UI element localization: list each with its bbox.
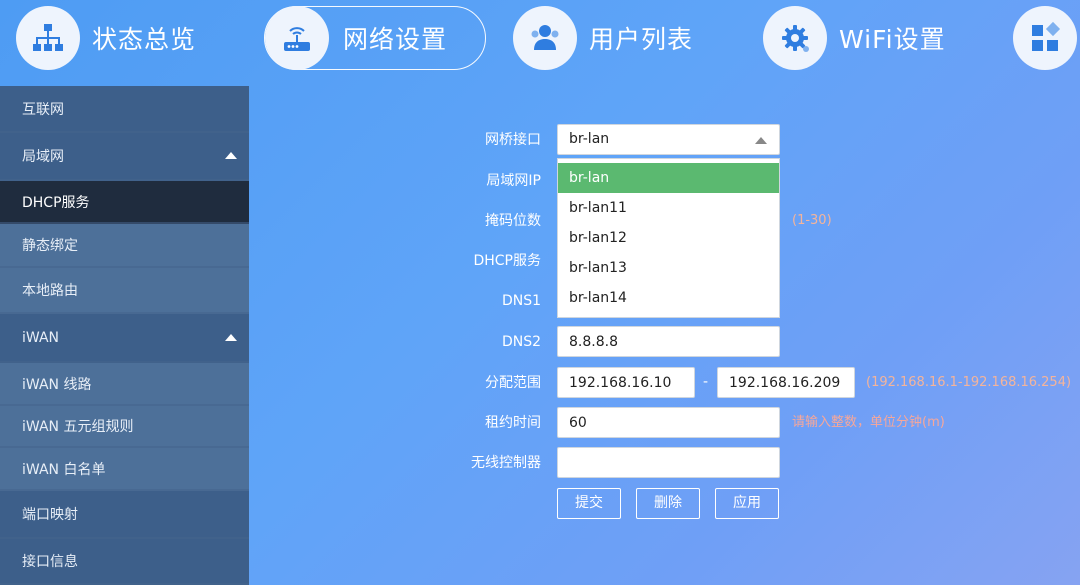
range-separator: -: [703, 374, 709, 390]
caret-up-icon: [225, 152, 237, 159]
sidebar-item-label: DHCP服务: [22, 194, 90, 211]
nav-status-overview[interactable]: 状态总览: [16, 6, 196, 70]
sidebar-item-interface-info[interactable]: 接口信息: [0, 539, 249, 585]
dropdown-option-br-lan12[interactable]: br-lan12: [558, 223, 779, 253]
sidebar-item-iwan-whitelist[interactable]: iWAN 白名单: [0, 448, 249, 491]
dns2-label: DNS2: [501, 334, 541, 350]
nav-label: 用户列表: [589, 25, 694, 54]
lease-time-input[interactable]: [557, 407, 780, 438]
dropdown-option-br-lan13[interactable]: br-lan13: [558, 253, 779, 283]
mask-bits-hint: (1-30): [792, 213, 832, 228]
lan-ip-label: 局域网IP: [486, 173, 541, 189]
lease-time-label: 租约时间: [485, 415, 541, 431]
app-grid-icon: [1013, 6, 1077, 70]
nav-user-list[interactable]: 用户列表: [513, 6, 693, 70]
top-navigation: 状态总览 网络设置 用户列表 WiFi设置: [0, 0, 1080, 78]
dhcp-service-label: DHCP服务: [473, 253, 541, 269]
range-hint: (192.168.16.1-192.168.16.254): [866, 375, 1072, 390]
sidebar-item-lan[interactable]: 局域网: [0, 133, 249, 181]
sidebar-item-iwan[interactable]: iWAN: [0, 314, 249, 363]
sidebar-item-port-mapping[interactable]: 端口映射: [0, 491, 249, 539]
dropdown-option-br-lan[interactable]: br-lan: [558, 163, 779, 193]
apply-button[interactable]: 应用: [715, 488, 779, 519]
bridge-interface-value: br-lan: [569, 131, 610, 147]
bridge-interface-label: 网桥接口: [485, 132, 541, 148]
sidebar-item-local-route[interactable]: 本地路由: [0, 268, 249, 314]
sidebar-item-label: 静态绑定: [22, 238, 78, 254]
nav-label: 状态总览: [92, 25, 197, 54]
sidebar-item-static-binding[interactable]: 静态绑定: [0, 224, 249, 268]
sidebar-item-iwan-line[interactable]: iWAN 线路: [0, 363, 249, 406]
dns2-input[interactable]: [557, 326, 780, 357]
range-end-input-field[interactable]: [729, 368, 854, 397]
wireless-controller-label: 无线控制器: [471, 455, 541, 471]
lease-time-hint: 请输入整数，单位分钟(m): [792, 415, 945, 430]
nav-apps[interactable]: [1013, 6, 1077, 70]
dropdown-option-br-lan11[interactable]: br-lan11: [558, 193, 779, 223]
sidebar-item-dhcp[interactable]: DHCP服务: [0, 181, 249, 224]
lease-time-input-field[interactable]: [569, 408, 779, 437]
sidebar-item-label: 端口映射: [22, 507, 78, 523]
network-topology-icon: [16, 6, 80, 70]
sidebar-item-label: iWAN 白名单: [22, 461, 106, 478]
router-icon: [265, 6, 329, 70]
sidebar-item-label: 互联网: [22, 101, 64, 118]
wireless-controller-input[interactable]: [557, 447, 780, 478]
caret-up-icon: [755, 137, 767, 144]
sidebar-item-internet[interactable]: 互联网: [0, 86, 249, 133]
sidebar-item-label: 局域网: [22, 149, 64, 165]
dns2-input-field[interactable]: [569, 327, 779, 356]
sidebar-item-label: 接口信息: [22, 554, 78, 570]
mask-bits-label: 掩码位数: [485, 213, 541, 229]
allocation-range-label: 分配范围: [485, 375, 541, 391]
range-end-input[interactable]: [717, 367, 855, 398]
dns1-label: DNS1: [501, 293, 541, 309]
sidebar: 互联网 局域网 DHCP服务 静态绑定 本地路由 iWAN iWAN 线路 iW…: [0, 86, 249, 585]
bridge-interface-dropdown: br-lan br-lan11 br-lan12 br-lan13 br-lan…: [557, 158, 780, 318]
users-icon: [513, 6, 577, 70]
range-start-input[interactable]: [557, 367, 695, 398]
nav-wifi-settings[interactable]: WiFi设置: [763, 6, 946, 70]
caret-up-icon: [225, 333, 237, 341]
sidebar-item-iwan-5tuple[interactable]: iWAN 五元组规则: [0, 406, 249, 448]
nav-network-settings[interactable]: 网络设置: [264, 6, 487, 70]
sidebar-item-label: iWAN: [22, 329, 60, 346]
gear-icon: [763, 6, 827, 70]
range-start-input-field[interactable]: [569, 368, 694, 397]
sidebar-item-label: 本地路由: [22, 283, 78, 299]
sidebar-item-label: iWAN 五元组规则: [22, 419, 134, 435]
nav-label: WiFi设置: [839, 25, 946, 54]
wireless-controller-input-field[interactable]: [569, 448, 779, 477]
sidebar-item-label: iWAN 线路: [22, 376, 92, 393]
dropdown-option-br-lan14[interactable]: br-lan14: [558, 283, 779, 313]
bridge-interface-select[interactable]: br-lan: [557, 124, 780, 155]
delete-button[interactable]: 删除: [636, 488, 700, 519]
nav-label: 网络设置: [343, 25, 448, 54]
submit-button[interactable]: 提交: [557, 488, 621, 519]
